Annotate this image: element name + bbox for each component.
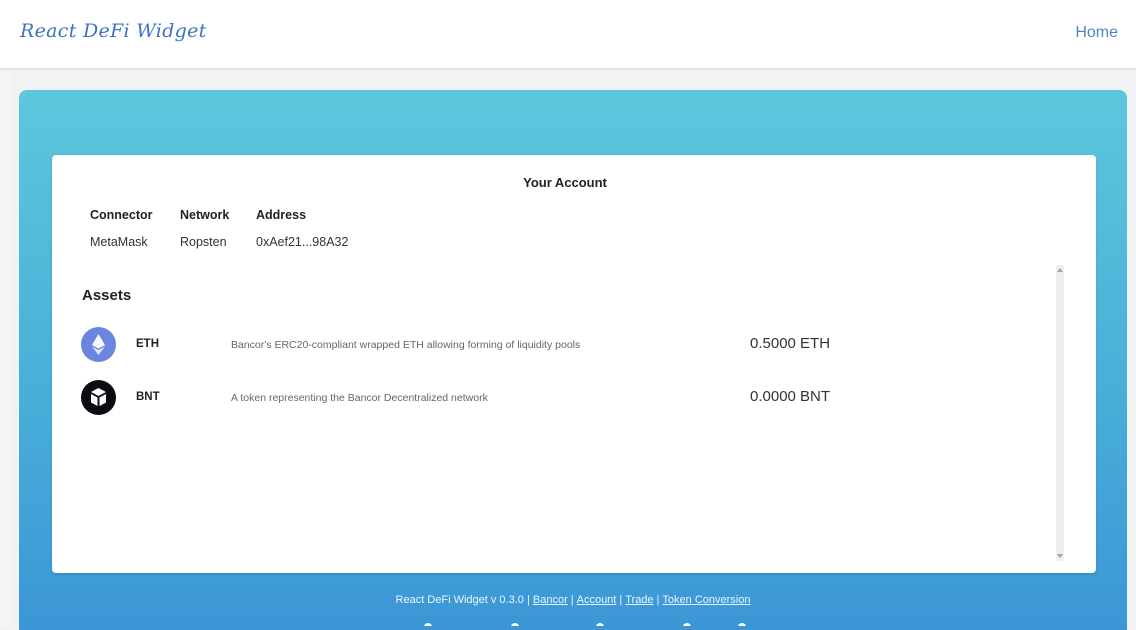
footer-link-bancor[interactable]: Bancor xyxy=(533,594,568,606)
network-header: Network xyxy=(180,208,230,222)
connector-header: Connector xyxy=(90,208,153,222)
footer-link-token-conversion[interactable]: Token Conversion xyxy=(662,594,750,606)
assets-scrollbar[interactable] xyxy=(1056,265,1064,561)
token-description: A token representing the Bancor Decentra… xyxy=(231,392,488,404)
eth-token-icon xyxy=(81,327,116,362)
scroll-down-arrow-icon[interactable] xyxy=(1057,554,1063,558)
account-title: Your Account xyxy=(523,175,607,190)
left-edge xyxy=(0,72,12,626)
footer-separator: | xyxy=(656,594,660,606)
token-balance: 0.5000 ETH xyxy=(750,335,831,352)
footer: React DeFi Widget v 0.3.0 | Bancor | Accou… xyxy=(0,594,1136,606)
top-navbar: React DeFi Widget Home xyxy=(0,0,1136,70)
token-symbol: ETH xyxy=(136,338,159,350)
footer-link-account[interactable]: Account xyxy=(577,594,617,606)
bottom-decoration xyxy=(424,623,746,626)
address-value[interactable]: 0xAef21...98A32 xyxy=(256,235,348,249)
footer-prefix: React DeFi Widget v 0.3.0 | xyxy=(395,594,530,606)
token-symbol: BNT xyxy=(136,391,160,403)
bnt-token-icon xyxy=(81,380,116,415)
asset-row-eth[interactable]: ETH Bancor's ERC20-compliant wrapped ETH… xyxy=(81,327,1071,363)
brand-logo[interactable]: React DeFi Widget xyxy=(20,20,207,42)
footer-separator: | xyxy=(619,594,623,606)
token-balance: 0.0000 BNT xyxy=(750,388,831,405)
address-header: Address xyxy=(256,208,307,222)
assets-title: Assets xyxy=(82,287,132,304)
nav-home-link[interactable]: Home xyxy=(1075,24,1118,42)
footer-separator: | xyxy=(570,594,574,606)
token-description: Bancor's ERC20-compliant wrapped ETH all… xyxy=(231,339,581,351)
footer-link-trade[interactable]: Trade xyxy=(625,594,653,606)
connector-value: MetaMask xyxy=(90,235,148,249)
widget-card: Your Account Connector Network Address M… xyxy=(52,155,1096,573)
scroll-up-arrow-icon[interactable] xyxy=(1057,268,1063,272)
network-value: Ropsten xyxy=(180,235,227,249)
asset-row-bnt[interactable]: BNT A token representing the Bancor Dece… xyxy=(81,380,1071,416)
